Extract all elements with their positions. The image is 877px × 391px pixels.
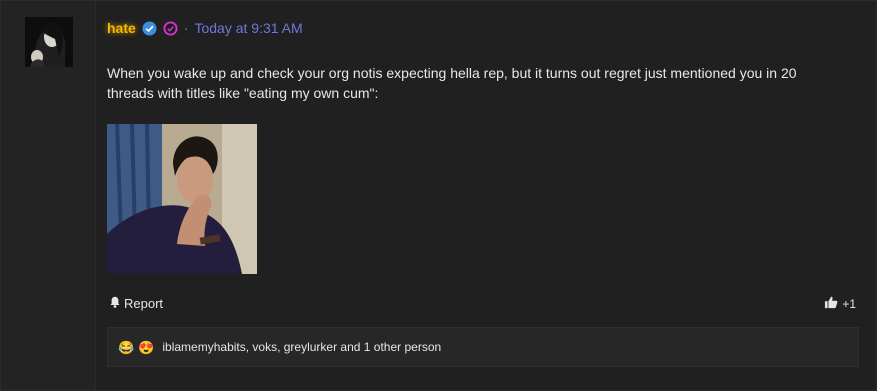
reactions-bar: 😂 😍 iblamemyhabits, voks, greylurker and… bbox=[107, 327, 859, 367]
post-sidebar bbox=[1, 1, 96, 390]
thumbs-up-icon bbox=[824, 296, 838, 312]
laughing-emoji-icon[interactable]: 😂 bbox=[118, 341, 134, 354]
post-message: When you wake up and check your org noti… bbox=[107, 65, 797, 101]
plus-one-button[interactable]: +1 bbox=[824, 296, 856, 312]
timestamp-separator: · bbox=[183, 20, 189, 36]
post-timestamp[interactable]: Today at 9:31 AM bbox=[194, 20, 302, 36]
heart-eyes-emoji-icon[interactable]: 😍 bbox=[138, 341, 154, 354]
post-header: hate · Today at 9:31 AM bbox=[107, 17, 303, 39]
bell-icon bbox=[109, 296, 121, 311]
check-badge-icon bbox=[142, 20, 157, 36]
pink-check-badge-icon bbox=[163, 20, 178, 36]
username[interactable]: hate bbox=[107, 20, 136, 36]
avatar[interactable] bbox=[25, 17, 73, 67]
plus-count: +1 bbox=[842, 297, 856, 311]
post-card: hate · Today at 9:31 AM When you wake up… bbox=[0, 0, 877, 391]
post-gif-image[interactable] bbox=[107, 124, 257, 274]
reaction-names[interactable]: iblamemyhabits, voks, greylurker and 1 o… bbox=[162, 340, 441, 354]
report-label: Report bbox=[124, 296, 164, 311]
report-link[interactable]: Report bbox=[109, 296, 163, 311]
